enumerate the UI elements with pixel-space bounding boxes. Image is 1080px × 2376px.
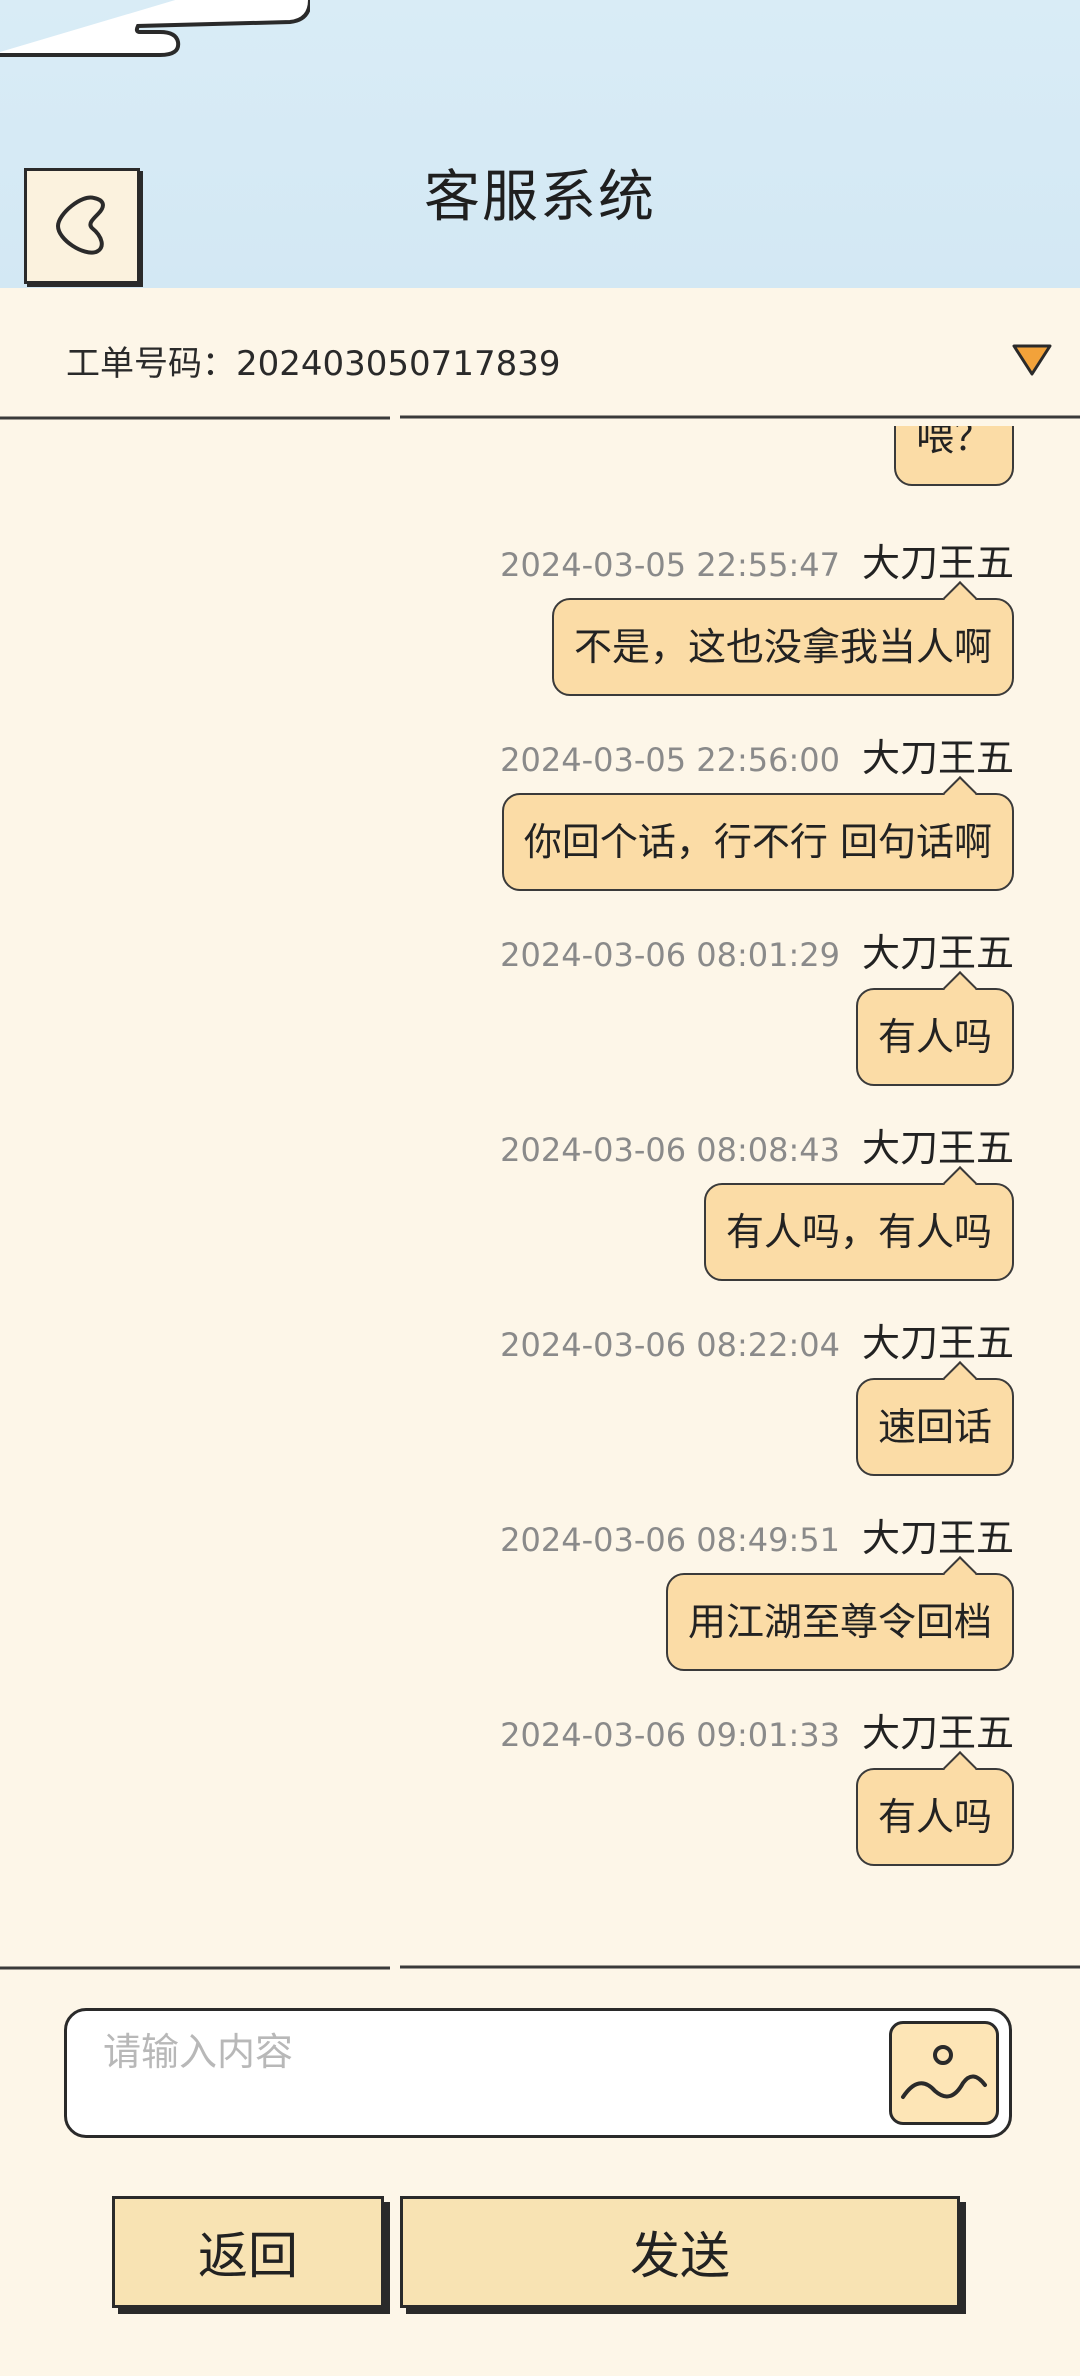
message-item: 2024-03-06 08:22:04 大刀王五 速回话 (114, 1312, 1014, 1476)
message-item: 2024-03-06 08:01:29 大刀王五 有人吗 (114, 922, 1014, 1086)
ticket-number: 工单号码：202403050717839 (66, 344, 561, 384)
message-time: 2024-03-06 08:22:04 (500, 1326, 840, 1364)
message-bubble[interactable]: 有人吗，有人吗 (703, 1183, 1014, 1281)
divider-bottom (0, 1965, 1080, 1970)
message-bubble[interactable]: 有人吗 (855, 988, 1014, 1086)
chat-area[interactable]: 喂？ 2024-03-05 22:55:47 大刀王五 不是，这也没拿我当人啊 … (0, 426, 1080, 1966)
message-input-box (64, 2008, 1012, 2138)
message-item: 2024-03-06 08:49:51 大刀王五 用江湖至尊令回档 (114, 1507, 1014, 1671)
message-time: 2024-03-06 08:08:43 (500, 1131, 840, 1169)
message-bubble[interactable]: 喂？ (893, 426, 1014, 486)
message-sender: 大刀王五 (861, 1711, 1014, 1755)
message-bubble[interactable]: 你回个话，行不行 回句话啊 (501, 793, 1014, 891)
image-icon (901, 2045, 987, 2099)
message-item: 2024-03-05 22:55:47 大刀王五 不是，这也没拿我当人啊 (114, 532, 1014, 696)
divider-top (0, 415, 1080, 420)
message-item: 喂？ (114, 426, 1014, 486)
message-sender: 大刀王五 (861, 541, 1014, 585)
message-sender: 大刀王五 (861, 1321, 1014, 1365)
message-time: 2024-03-06 08:49:51 (500, 1521, 840, 1559)
message-sender: 大刀王五 (861, 736, 1014, 780)
back-button[interactable]: 返回 (112, 2196, 384, 2308)
message-item: 2024-03-06 08:08:43 大刀王五 有人吗，有人吗 (114, 1117, 1014, 1281)
message-item: 2024-03-05 22:56:00 大刀王五 你回个话，行不行 回句话啊 (114, 727, 1014, 891)
header: 客服系统 (0, 0, 1080, 288)
message-sender: 大刀王五 (861, 1516, 1014, 1560)
message-time: 2024-03-05 22:55:47 (500, 546, 840, 584)
message-sender: 大刀王五 (861, 1126, 1014, 1170)
message-sender: 大刀王五 (861, 931, 1014, 975)
image-upload-button[interactable] (889, 2021, 999, 2125)
message-bubble[interactable]: 有人吗 (855, 1768, 1014, 1866)
send-button[interactable]: 发送 (400, 2196, 960, 2308)
triangle-down-icon[interactable] (1010, 342, 1054, 378)
message-bubble[interactable]: 速回话 (855, 1378, 1014, 1476)
cloud-decoration (0, 0, 310, 57)
message-bubble[interactable]: 不是，这也没拿我当人啊 (551, 598, 1014, 696)
message-item: 2024-03-06 09:01:33 大刀王五 有人吗 (114, 1702, 1014, 1866)
ticket-row: 工单号码：202403050717839 (0, 288, 1080, 418)
message-input[interactable] (101, 2027, 885, 2077)
message-time: 2024-03-06 08:01:29 (500, 936, 840, 974)
message-time: 2024-03-05 22:56:00 (500, 741, 840, 779)
message-bubble[interactable]: 用江湖至尊令回档 (665, 1573, 1014, 1671)
page-title: 客服系统 (424, 165, 656, 230)
message-time: 2024-03-06 09:01:33 (500, 1716, 840, 1754)
